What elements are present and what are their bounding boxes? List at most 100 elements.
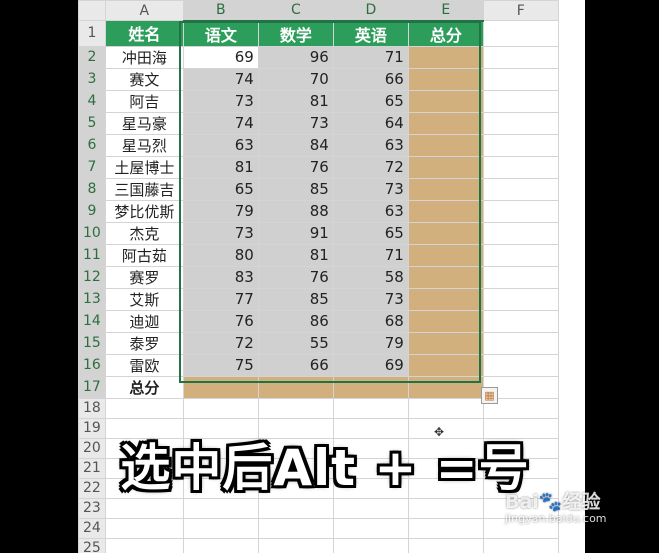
grid-cell[interactable] (482, 331, 559, 355)
grid-cell[interactable] (182, 517, 259, 539)
math-score-cell[interactable]: 86 (257, 309, 334, 333)
chinese-score-cell[interactable]: 74 (182, 67, 259, 91)
math-score-cell[interactable]: 85 (257, 287, 334, 311)
grid-cell[interactable] (407, 397, 484, 419)
chinese-score-cell[interactable]: 76 (182, 309, 259, 333)
grid-cell[interactable] (104, 537, 184, 553)
english-score-cell[interactable]: 66 (332, 67, 409, 91)
grid-cell[interactable] (257, 397, 334, 419)
english-score-cell[interactable]: 73 (332, 177, 409, 201)
math-score-cell[interactable]: 76 (257, 155, 334, 179)
grid-cell[interactable] (104, 497, 184, 519)
grid-cell[interactable] (482, 133, 559, 157)
chinese-score-cell[interactable]: 73 (182, 89, 259, 113)
english-score-cell[interactable]: 65 (332, 89, 409, 113)
english-score-cell[interactable]: 72 (332, 155, 409, 179)
chinese-score-cell[interactable]: 65 (182, 177, 259, 201)
math-score-cell[interactable]: 85 (257, 177, 334, 201)
table-header-cell[interactable]: 数学 (257, 20, 334, 47)
row-header[interactable]: 2 (78, 45, 106, 69)
grid-cell[interactable] (482, 265, 559, 289)
english-score-cell[interactable]: 69 (332, 353, 409, 377)
quick-analysis-icon[interactable]: ▦ (481, 387, 498, 404)
chinese-score-cell[interactable]: 63 (182, 133, 259, 157)
grid-cell[interactable] (482, 199, 559, 223)
grid-cell[interactable] (182, 397, 259, 419)
grid-cell[interactable] (104, 517, 184, 539)
math-score-cell[interactable]: 66 (257, 353, 334, 377)
chinese-score-cell[interactable]: 80 (182, 243, 259, 267)
column-header-a[interactable]: A (104, 0, 184, 21)
english-score-cell[interactable]: 71 (332, 45, 409, 69)
row-header[interactable]: 25 (78, 537, 106, 553)
chinese-score-cell[interactable]: 72 (182, 331, 259, 355)
total-score-cell[interactable] (407, 265, 484, 289)
chinese-score-cell[interactable]: 73 (182, 221, 259, 245)
grid-cell[interactable] (332, 497, 409, 519)
math-score-cell[interactable]: 81 (257, 243, 334, 267)
grid-cell[interactable] (257, 517, 334, 539)
math-score-cell[interactable]: 55 (257, 331, 334, 355)
row-header[interactable]: 4 (78, 89, 106, 113)
row-header[interactable]: 14 (78, 309, 106, 333)
row-header[interactable]: 3 (78, 67, 106, 91)
english-score-cell[interactable]: 65 (332, 221, 409, 245)
row-header[interactable]: 13 (78, 287, 106, 311)
grid-cell[interactable] (482, 45, 559, 69)
name-cell[interactable]: 星马豪 (104, 111, 184, 135)
column-header-b[interactable]: B (182, 0, 259, 22)
table-header-cell[interactable]: 姓名 (104, 20, 184, 47)
row-header[interactable]: 12 (78, 265, 106, 289)
grid-cell[interactable] (482, 111, 559, 135)
table-header-cell[interactable]: 英语 (332, 20, 409, 47)
grid-cell[interactable] (182, 537, 259, 553)
total-score-cell[interactable] (407, 199, 484, 223)
row-header[interactable]: 10 (78, 221, 106, 245)
grid-cell[interactable] (482, 243, 559, 267)
name-cell[interactable]: 杰克 (104, 221, 184, 245)
chinese-score-cell[interactable]: 75 (182, 353, 259, 377)
row-header[interactable]: 11 (78, 243, 106, 267)
column-header-e[interactable]: E (407, 0, 484, 22)
chinese-score-cell[interactable]: 83 (182, 265, 259, 289)
grid-cell[interactable] (482, 537, 559, 553)
total-score-cell[interactable] (407, 133, 484, 157)
row-header[interactable]: 1 (78, 20, 106, 47)
grid-cell[interactable] (332, 397, 409, 419)
total-score-cell[interactable] (407, 309, 484, 333)
grid-cell[interactable] (482, 89, 559, 113)
grid-cell[interactable] (482, 67, 559, 91)
name-cell[interactable]: 星马烈 (104, 133, 184, 157)
table-header-cell[interactable]: 总分 (407, 20, 484, 47)
english-score-cell[interactable]: 71 (332, 243, 409, 267)
total-score-cell[interactable] (407, 221, 484, 245)
total-score-cell[interactable] (407, 331, 484, 355)
chinese-score-cell[interactable]: 74 (182, 111, 259, 135)
table-header-cell[interactable]: 语文 (182, 20, 259, 47)
english-score-cell[interactable]: 79 (332, 331, 409, 355)
name-cell[interactable]: 泰罗 (104, 331, 184, 355)
total-score-cell[interactable] (407, 89, 484, 113)
row-header[interactable]: 5 (78, 111, 106, 135)
grid-cell[interactable] (332, 537, 409, 553)
english-score-cell[interactable]: 63 (332, 199, 409, 223)
total-score-cell[interactable] (407, 243, 484, 267)
grid-cell[interactable] (257, 537, 334, 553)
total-score-cell[interactable] (407, 353, 484, 377)
total-score-cell[interactable] (407, 67, 484, 91)
row-header[interactable]: 24 (78, 517, 106, 539)
grid-cell[interactable] (407, 497, 484, 519)
math-score-cell[interactable]: 88 (257, 199, 334, 223)
english-score-cell[interactable]: 73 (332, 287, 409, 311)
select-all-corner[interactable] (78, 0, 106, 21)
name-cell[interactable]: 赛文 (104, 67, 184, 91)
grid-cell[interactable] (407, 517, 484, 539)
chinese-score-cell[interactable]: 77 (182, 287, 259, 311)
grid-cell[interactable] (482, 20, 559, 47)
math-score-cell[interactable]: 73 (257, 111, 334, 135)
grid-cell[interactable] (257, 497, 334, 519)
name-cell[interactable]: 赛罗 (104, 265, 184, 289)
grid-cell[interactable] (482, 287, 559, 311)
grid-cell[interactable] (482, 221, 559, 245)
name-cell[interactable]: 阿吉 (104, 89, 184, 113)
